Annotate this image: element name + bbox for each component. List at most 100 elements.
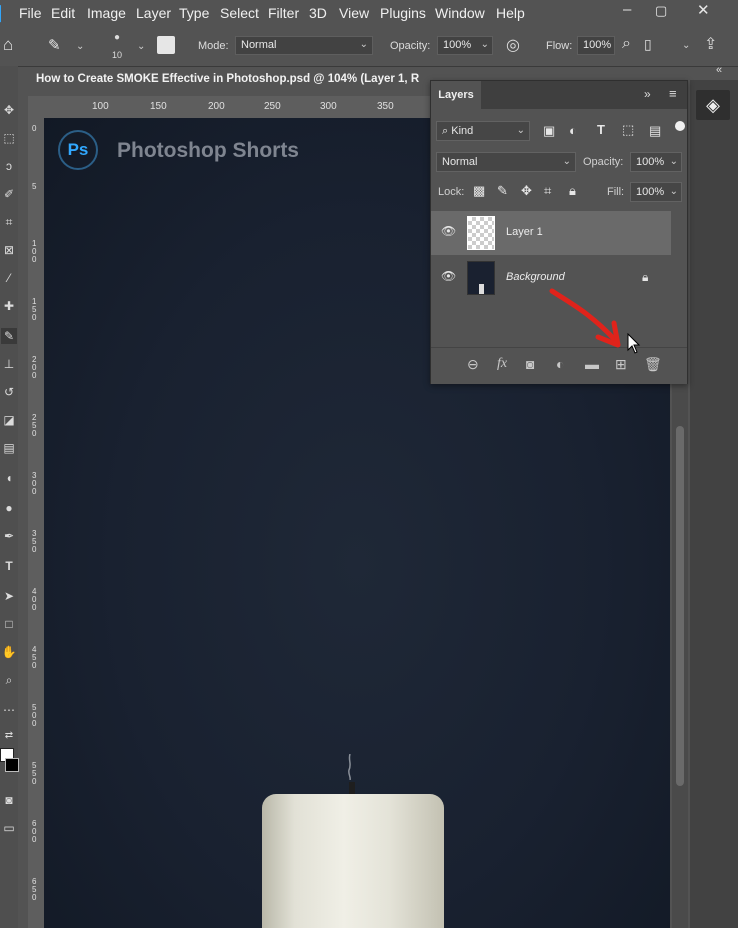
layers-panel-icon[interactable]: ◈ (696, 90, 730, 120)
visibility-eye-icon[interactable]: 👁︎ (441, 269, 456, 287)
history-brush-tool-icon[interactable]: ↺ (1, 384, 17, 400)
blend-mode-select[interactable]: Normal ⌄ (436, 152, 576, 172)
menu-view[interactable]: View (339, 5, 369, 21)
filter-type-icon[interactable]: T (597, 122, 605, 137)
ruler-tick-label: 5 0 0 (32, 703, 37, 728)
filter-adjustment-icon[interactable]: ◐ (569, 123, 577, 138)
app-icon[interactable]: ▌ (0, 5, 6, 21)
lock-all-icon[interactable]: 🔒︎ (569, 183, 576, 199)
menu-filter[interactable]: Filter (268, 5, 299, 21)
lock-image-icon[interactable]: ✎ (497, 183, 508, 199)
chevron-down-icon[interactable]: ⌄ (682, 40, 690, 51)
chevron-down-icon[interactable]: ⌄ (76, 41, 84, 52)
minimize-icon[interactable]: – (623, 1, 631, 18)
brush-tip-icon: ● (114, 32, 121, 43)
blur-tool-icon[interactable]: ◖ (1, 470, 17, 486)
ruler-tick-label: 3 5 0 (32, 529, 37, 554)
quick-select-tool-icon[interactable]: ✐ (1, 186, 17, 202)
restore-icon[interactable]: ▢ (655, 3, 667, 19)
lock-position-icon[interactable]: ✥ (521, 183, 532, 199)
menu-edit[interactable]: Edit (51, 5, 75, 21)
mode-label: Mode: (198, 40, 229, 52)
layer-filter-select[interactable]: ⌕ Kind ⌄ (436, 121, 530, 141)
screen-mode-icon[interactable]: ▭ (1, 820, 17, 836)
filter-smart-object-icon[interactable]: ▤ (649, 123, 661, 139)
background-color-swatch[interactable] (5, 758, 19, 772)
menu-select[interactable]: Select (220, 5, 259, 21)
panel-menu-icon[interactable]: ≡ (669, 86, 677, 101)
visibility-eye-icon[interactable]: 👁︎ (441, 224, 456, 242)
path-select-tool-icon[interactable]: ➤ (1, 588, 17, 604)
chevron-down-icon: ⌄ (359, 39, 368, 50)
search-icon[interactable]: ⌕ (622, 35, 631, 53)
eraser-tool-icon[interactable]: ◪ (1, 412, 17, 428)
move-tool-icon[interactable]: ✥ (1, 102, 17, 118)
gradient-tool-icon[interactable]: ▤ (1, 440, 17, 456)
layer-row-layer-1[interactable]: 👁︎ Layer 1 (431, 211, 671, 255)
zoom-tool-icon[interactable]: ⌕ (1, 672, 17, 688)
menu-layer[interactable]: Layer (136, 5, 171, 21)
filter-pixel-icon[interactable]: ▣ (543, 123, 555, 139)
link-layers-icon[interactable]: ⊖ (467, 356, 479, 373)
ruler-tick-label: 4 5 0 (32, 645, 37, 670)
lock-artboard-icon[interactable]: ⌗ (544, 183, 551, 199)
filter-shape-icon[interactable]: ⬚ (622, 122, 634, 138)
fill-field[interactable]: 100% ⌄ (630, 182, 682, 202)
menu-image[interactable]: Image (87, 5, 126, 21)
flow-label: Flow: (546, 40, 573, 52)
brush-preset-icon[interactable]: ✎ (48, 36, 61, 54)
document-tab[interactable]: How to Create SMOKE Effective in Photosh… (28, 68, 438, 92)
healing-tool-icon[interactable]: ✚ (1, 298, 17, 314)
stamp-tool-icon[interactable]: ⊥ (1, 356, 17, 372)
home-icon[interactable]: ⌂ (3, 35, 13, 55)
menu-3d[interactable]: 3D (309, 5, 327, 21)
menu-help[interactable]: Help (496, 5, 525, 21)
shape-tool-icon[interactable]: □ (1, 616, 17, 632)
tab-layers[interactable]: Layers (431, 81, 481, 109)
menu-type[interactable]: Type (179, 5, 209, 21)
mode-select[interactable]: Normal ⌄ (235, 36, 373, 55)
dodge-tool-icon[interactable]: ● (1, 500, 17, 516)
eyedropper-tool-icon[interactable]: ⁄ (1, 270, 17, 286)
brush-settings-icon[interactable] (157, 36, 175, 54)
expand-panel-icon[interactable]: » (644, 87, 651, 101)
filter-toggle-icon[interactable] (675, 121, 685, 131)
crop-tool-icon[interactable]: ⌗ (1, 214, 17, 230)
menu-window[interactable]: Window (435, 5, 485, 21)
pressure-opacity-icon[interactable]: ◎ (506, 35, 520, 55)
swap-colors-icon[interactable]: ⇄ (1, 728, 17, 744)
hand-tool-icon[interactable]: ✋ (1, 644, 17, 660)
close-icon[interactable]: ✕ (697, 1, 710, 19)
lasso-tool-icon[interactable]: ↄ (1, 158, 17, 174)
adjustment-layer-icon[interactable]: ◐ (556, 356, 564, 372)
workspace-icon[interactable]: ▯ (644, 36, 652, 53)
flow-field[interactable]: 100% (577, 36, 615, 55)
brush-tool-icon[interactable]: ✎ (1, 328, 17, 344)
ruler-tick-label: 150 (150, 101, 167, 112)
menu-file[interactable]: File (19, 5, 42, 21)
frame-tool-icon[interactable]: ⊠ (1, 242, 17, 258)
collapse-dock-icon[interactable]: « (716, 64, 722, 76)
marquee-tool-icon[interactable]: ⬚ (1, 130, 17, 146)
menu-plugins[interactable]: Plugins (380, 5, 426, 21)
layer-name[interactable]: Background (506, 271, 565, 283)
lock-transparent-icon[interactable]: ▩ (473, 183, 485, 199)
layer-name[interactable]: Layer 1 (506, 226, 543, 238)
layer-opacity-field[interactable]: 100% ⌄ (630, 152, 682, 172)
fx-icon[interactable]: fx (497, 356, 507, 372)
delete-layer-icon[interactable]: 🗑︎ (644, 356, 662, 373)
share-icon[interactable]: ⇪ (704, 34, 717, 54)
scrollbar-thumb[interactable] (676, 426, 684, 786)
chevron-down-icon: ⌄ (669, 186, 678, 197)
opacity-field[interactable]: 100% ⌄ (437, 36, 493, 55)
new-group-icon[interactable]: ▬ (585, 356, 599, 372)
chevron-down-icon[interactable]: ⌄ (137, 41, 145, 52)
layer-mask-icon[interactable]: ◙ (526, 356, 534, 372)
more-tools-icon[interactable]: ⋯ (1, 702, 17, 718)
chevron-down-icon: ⌄ (669, 156, 678, 167)
new-layer-icon[interactable]: ⊞ (615, 356, 627, 373)
pen-tool-icon[interactable]: ✒ (1, 528, 17, 544)
type-tool-icon[interactable]: T (1, 558, 17, 574)
quick-mask-icon[interactable]: ◙ (1, 792, 17, 808)
lock-label: Lock: (438, 186, 465, 198)
